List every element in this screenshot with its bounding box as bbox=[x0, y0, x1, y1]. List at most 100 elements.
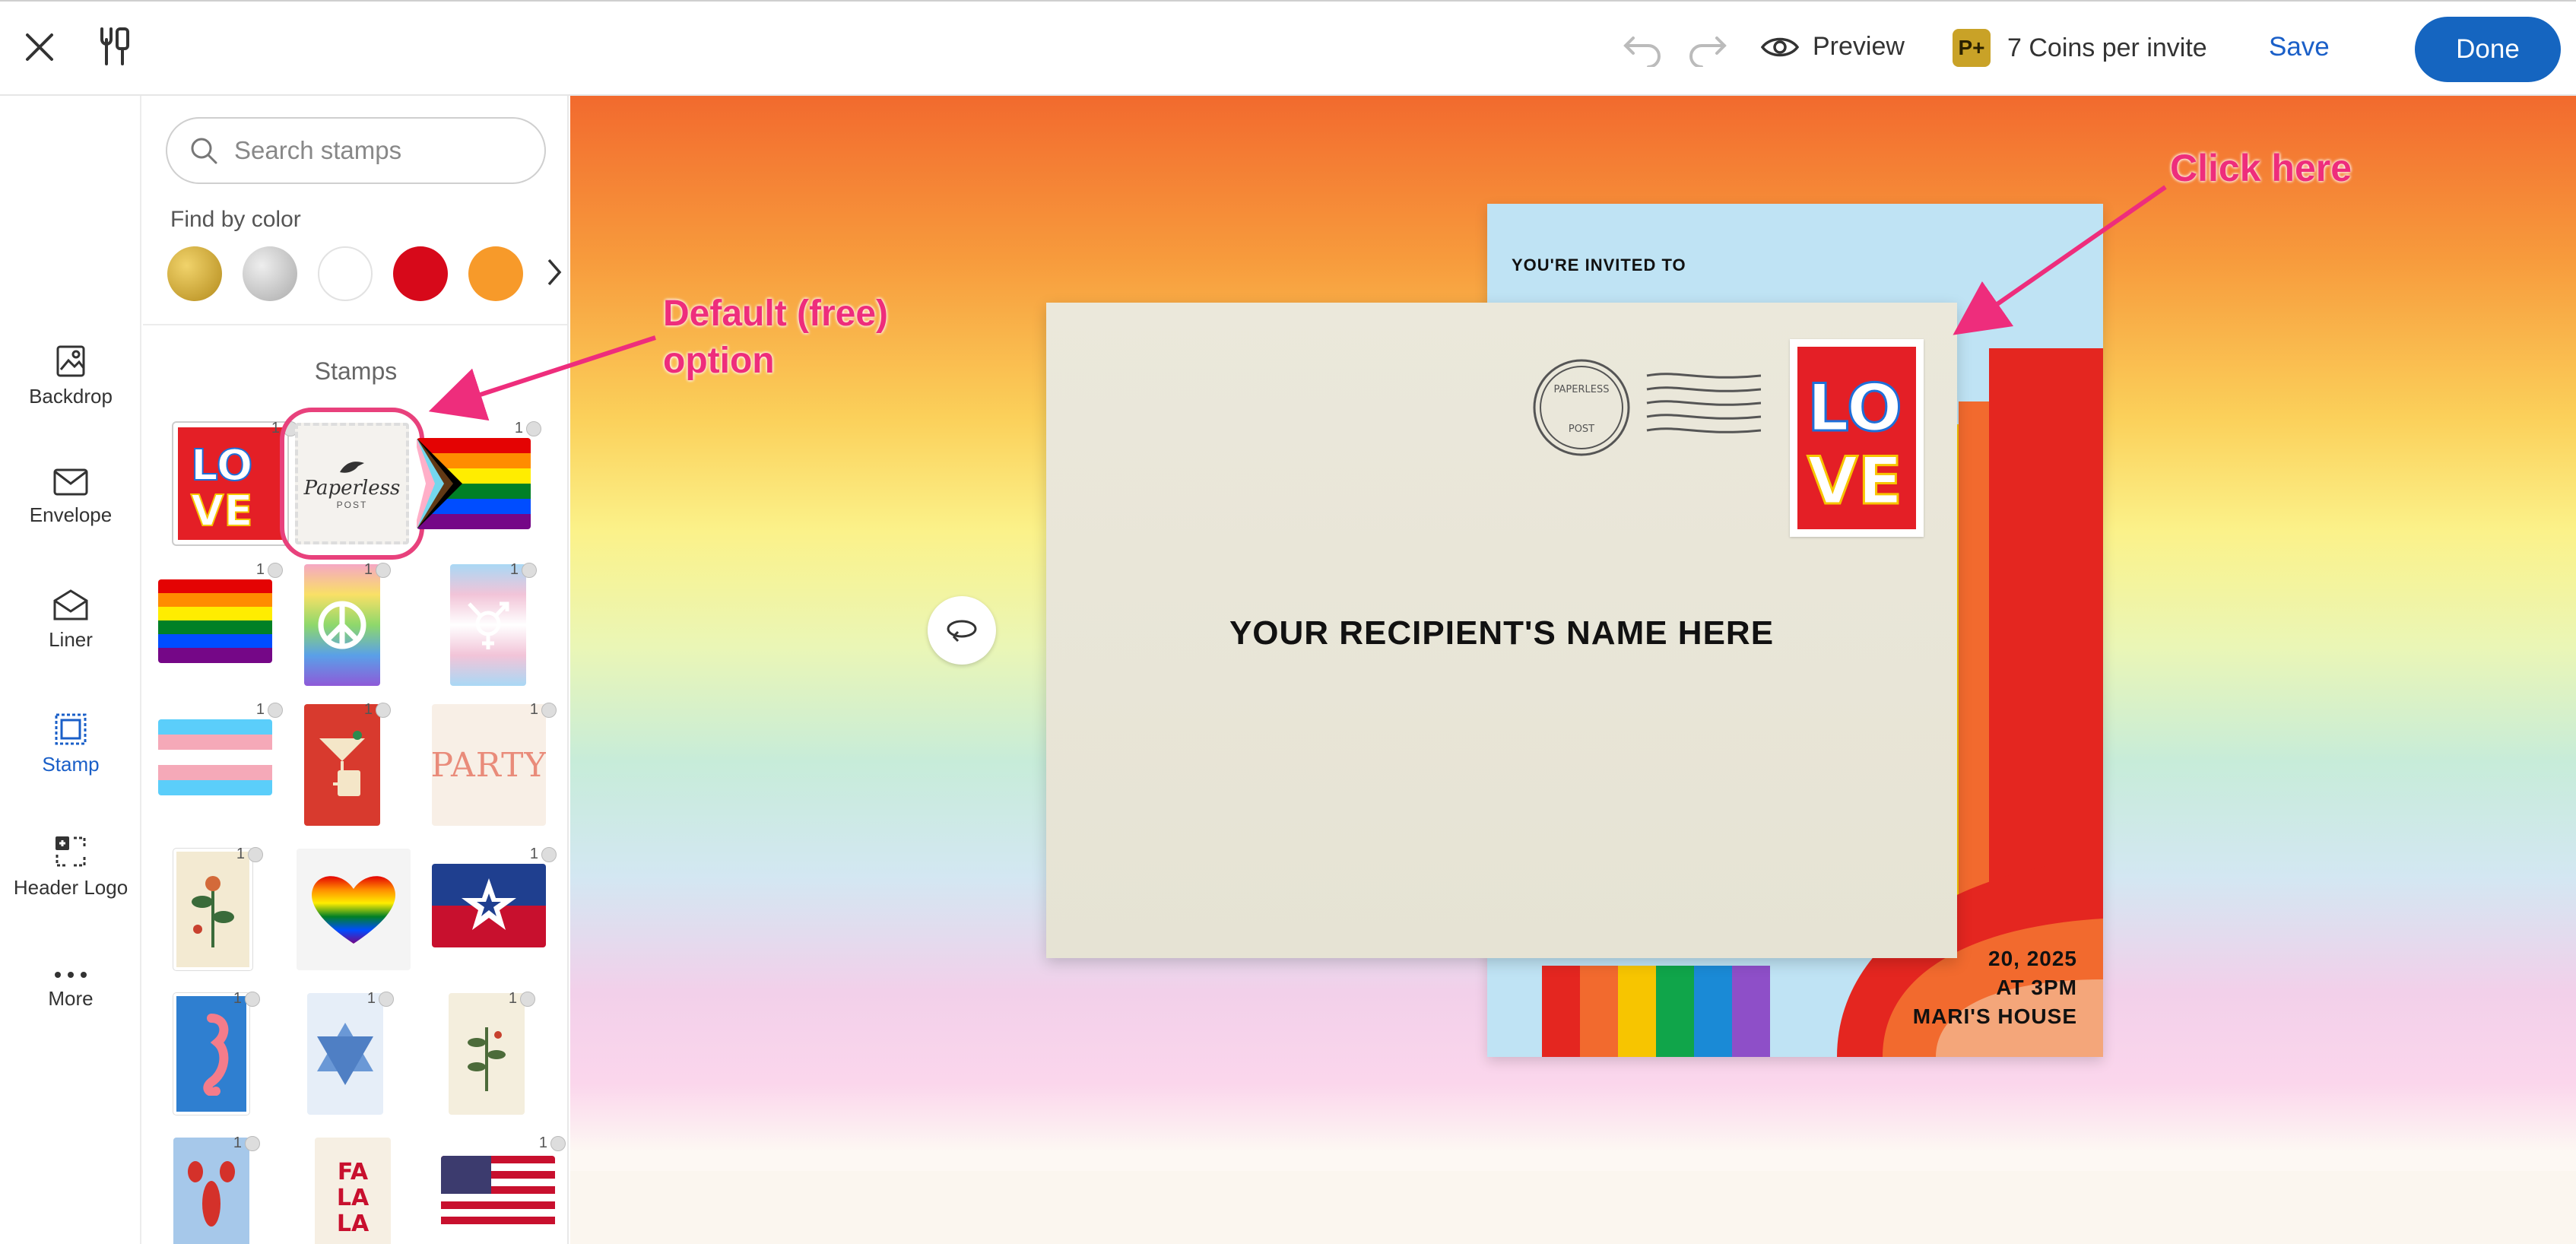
coin-icon bbox=[245, 1135, 260, 1151]
color-swatch-silver[interactable] bbox=[243, 246, 297, 301]
stamp-falala[interactable]: FA LA LA bbox=[315, 1138, 391, 1244]
color-swatch-gold[interactable] bbox=[167, 246, 222, 301]
color-swatch-white[interactable] bbox=[318, 246, 373, 301]
stamp-panel: Find by color Stamps LOVE 1 Paperless PO… bbox=[143, 96, 569, 1244]
search-input[interactable] bbox=[233, 135, 522, 166]
recipient-name[interactable]: YOUR RECIPIENT'S NAME HERE bbox=[1046, 614, 1957, 652]
coin-icon: P+ bbox=[1953, 29, 1991, 67]
flip-envelope-button[interactable] bbox=[928, 596, 996, 665]
rail-item-liner[interactable]: Liner bbox=[0, 589, 141, 652]
stamp-rainbow-flag[interactable]: 1 bbox=[158, 561, 283, 686]
annotation-line: option bbox=[663, 341, 775, 381]
stamp-cost: 1 bbox=[515, 420, 541, 437]
rail-label: Backdrop bbox=[29, 385, 113, 408]
svg-text:VE: VE bbox=[191, 487, 253, 533]
falala-stamp-label: FA LA LA bbox=[336, 1159, 370, 1237]
tools-icon[interactable] bbox=[94, 26, 134, 68]
card-time-line: AT 3PM bbox=[1996, 976, 2077, 999]
stamp-floral[interactable]: 1 bbox=[173, 846, 263, 970]
color-swatch-orange[interactable] bbox=[468, 246, 523, 301]
stamp-paperless-post[interactable]: Paperless POST bbox=[280, 408, 424, 560]
coin-icon bbox=[522, 562, 537, 578]
postmark-bottom-text: POST bbox=[1569, 424, 1594, 435]
stamp-lobster[interactable]: 1 bbox=[173, 1135, 260, 1244]
annotation-default-free: Default (free) option bbox=[663, 290, 888, 385]
paperless-stamp-label: Paperless bbox=[303, 477, 401, 500]
liner-icon bbox=[53, 589, 88, 620]
svg-text:LO: LO bbox=[191, 441, 252, 490]
stamp-trans-flag[interactable]: 1 bbox=[158, 701, 283, 826]
done-button[interactable]: Done bbox=[2415, 17, 2561, 82]
stamp-cost: 1 bbox=[236, 846, 263, 863]
coin-icon bbox=[245, 991, 260, 1007]
stamp-party[interactable]: PARTY 1 bbox=[432, 701, 557, 826]
stamp-peace[interactable]: 1 bbox=[304, 561, 391, 686]
rail-item-stamp[interactable]: Stamp bbox=[0, 712, 141, 776]
coin-icon bbox=[541, 702, 557, 718]
coin-icon bbox=[541, 846, 557, 862]
rail-item-envelope[interactable]: Envelope bbox=[0, 467, 141, 527]
stamp-icon bbox=[55, 713, 87, 745]
envelope-preview[interactable]: PAPERLESS POST LO VE YOUR RECIPIENT'S NA… bbox=[1046, 303, 1957, 958]
rail-label: More bbox=[48, 987, 94, 1010]
rainbow-heart-icon bbox=[312, 876, 395, 944]
rail-item-more[interactable]: More bbox=[0, 969, 141, 1011]
trans-symbol-icon bbox=[468, 601, 509, 649]
stamp-love[interactable]: LO VE 1 bbox=[173, 420, 298, 544]
chevron-right-icon[interactable] bbox=[546, 257, 563, 291]
coin-icon bbox=[376, 702, 391, 718]
stamp-rainbow-heart[interactable] bbox=[297, 849, 411, 970]
save-button[interactable]: Save bbox=[2269, 32, 2330, 62]
stamp-cocktails[interactable]: 1 bbox=[304, 701, 391, 826]
stamp-cost: 1 bbox=[233, 990, 260, 1008]
rail-item-backdrop[interactable]: Backdrop bbox=[0, 344, 141, 408]
rotate-icon bbox=[947, 620, 977, 643]
close-icon[interactable] bbox=[23, 30, 56, 64]
coins-indicator: P+ 7 Coins per invite bbox=[1953, 29, 2207, 67]
postmark-top-text: PAPERLESS bbox=[1554, 384, 1610, 395]
top-bar: Preview P+ 7 Coins per invite Save Done bbox=[0, 0, 2576, 96]
search-icon bbox=[191, 138, 217, 164]
stamp-wheat[interactable]: 1 bbox=[449, 990, 535, 1115]
rail-item-header-logo[interactable]: Header Logo bbox=[0, 833, 141, 900]
stamp-cost: 1 bbox=[256, 701, 283, 719]
rail-label: Stamp bbox=[42, 753, 100, 776]
bird-icon bbox=[340, 462, 364, 473]
stamp-cost: 1 bbox=[233, 1135, 260, 1152]
stamp-cost: 1 bbox=[364, 701, 391, 719]
more-icon bbox=[55, 972, 87, 978]
stamp-us-flag[interactable]: 1 bbox=[441, 1135, 566, 1244]
stamp-progress-flag[interactable]: 1 bbox=[417, 420, 541, 544]
stamp-seahorse[interactable]: 1 bbox=[173, 990, 260, 1115]
stamp-trans-symbol[interactable]: 1 bbox=[450, 561, 537, 686]
preview-label: Preview bbox=[1813, 32, 1905, 61]
trans-flag-art bbox=[158, 719, 272, 795]
stamp-cost: 1 bbox=[271, 420, 298, 437]
stamp-blue-star[interactable]: 1 bbox=[307, 990, 394, 1115]
find-by-color-label: Find by color bbox=[170, 207, 301, 232]
preview-button[interactable]: Preview bbox=[1761, 32, 1905, 62]
stamp-cost: 1 bbox=[530, 846, 557, 863]
selected-stamp[interactable]: LO VE bbox=[1790, 339, 1924, 537]
rail-label: Envelope bbox=[29, 503, 113, 526]
stamp-juneteenth-star[interactable]: 1 bbox=[432, 846, 557, 970]
preview-canvas: YOU'RE INVITED TO 20, 2025 AT 3PM MARI'S… bbox=[570, 96, 2576, 1244]
coins-label: 7 Coins per invite bbox=[2007, 33, 2207, 62]
redo-icon[interactable] bbox=[1686, 30, 1727, 67]
eye-icon bbox=[1761, 37, 1799, 56]
undo-icon[interactable] bbox=[1623, 30, 1664, 67]
color-swatch-red[interactable] bbox=[393, 246, 448, 301]
wheat-icon bbox=[468, 1027, 506, 1091]
search-box[interactable] bbox=[166, 117, 546, 184]
coin-icon bbox=[268, 702, 283, 718]
lobster-icon bbox=[188, 1161, 235, 1227]
peace-icon bbox=[318, 601, 366, 649]
progress-flag-art bbox=[417, 438, 531, 529]
stamps-section-title: Stamps bbox=[314, 357, 398, 385]
rail-label: Header Logo bbox=[13, 876, 128, 899]
header-logo-icon bbox=[56, 836, 86, 867]
hexagram-icon bbox=[317, 1023, 373, 1085]
floral-icon bbox=[192, 876, 234, 947]
coin-icon bbox=[376, 562, 391, 578]
left-rail: Backdrop Envelope Liner Stamp Header Log… bbox=[0, 96, 141, 1244]
